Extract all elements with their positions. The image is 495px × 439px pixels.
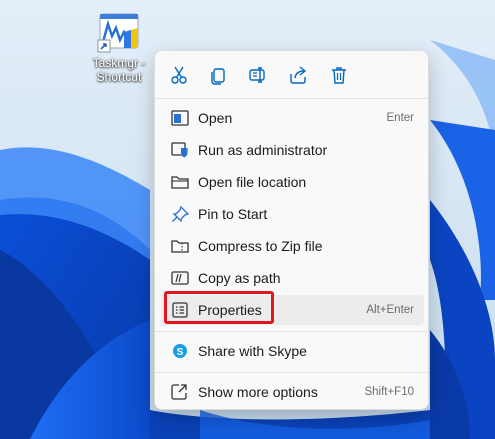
- menu-item-label: Compress to Zip file: [198, 238, 323, 254]
- menu-item-open-file-location[interactable]: Open file location: [161, 167, 424, 197]
- menu-item-label: Pin to Start: [198, 206, 268, 222]
- shortcut-label-line2: Shortcut: [96, 70, 142, 84]
- cut-button[interactable]: [164, 61, 194, 89]
- trash-icon: [332, 67, 346, 84]
- menu-item-shortcut: Shift+F10: [364, 386, 414, 398]
- menu-item-copy-as-path[interactable]: Copy as path: [161, 263, 424, 293]
- rename-icon: [249, 67, 265, 83]
- folder-icon: [171, 174, 189, 190]
- pin-icon: [171, 206, 189, 222]
- zip-folder-icon: [171, 238, 189, 254]
- menu-item-label: Open: [198, 110, 233, 126]
- menu-item-label: Share with Skype: [198, 343, 307, 359]
- menu-item-open[interactable]: Open Enter: [161, 103, 424, 133]
- menu-item-show-more-options[interactable]: Show more options Shift+F10: [161, 377, 424, 407]
- menu-item-run-as-administrator[interactable]: Run as administrator: [161, 135, 424, 165]
- menu-item-shortcut: Enter: [386, 112, 415, 124]
- scissors-icon: [171, 66, 187, 84]
- taskmgr-shortcut[interactable]: Taskmgr - Shortcut: [88, 10, 150, 84]
- context-menu-toolbar: [155, 51, 428, 99]
- expand-icon: [171, 384, 189, 400]
- menu-item-label: Run as administrator: [198, 142, 328, 158]
- share-button[interactable]: [283, 61, 313, 89]
- delete-button[interactable]: [324, 61, 354, 89]
- shield-icon: [171, 142, 189, 158]
- skype-icon: S: [171, 343, 189, 359]
- shortcut-label-line1: Taskmgr -: [92, 56, 146, 70]
- properties-icon: [171, 302, 189, 318]
- menu-item-pin-to-start[interactable]: Pin to Start: [161, 199, 424, 229]
- menu-item-label: Open file location: [198, 174, 307, 190]
- window-icon: [171, 110, 189, 126]
- svg-text:S: S: [177, 347, 184, 358]
- rename-button[interactable]: [243, 61, 273, 89]
- menu-item-label: Properties: [198, 302, 262, 318]
- menu-item-label: Copy as path: [198, 270, 281, 286]
- context-menu: Open Enter Run as administrator Open fil…: [154, 50, 429, 410]
- menu-item-share-with-skype[interactable]: S Share with Skype: [161, 336, 424, 366]
- menu-item-properties[interactable]: Properties Alt+Enter: [161, 295, 424, 325]
- copy-button[interactable]: [203, 61, 233, 89]
- share-icon: [290, 66, 307, 84]
- menu-item-label: Show more options: [198, 384, 318, 400]
- menu-item-compress-to-zip[interactable]: Compress to Zip file: [161, 231, 424, 261]
- menu-item-shortcut: Alt+Enter: [366, 304, 414, 316]
- menu-divider: [155, 331, 428, 332]
- copy-icon: [211, 68, 225, 85]
- path-icon: [171, 270, 189, 286]
- menu-divider: [155, 372, 428, 373]
- toolbar-divider: [155, 98, 428, 99]
- task-manager-icon: [94, 10, 144, 56]
